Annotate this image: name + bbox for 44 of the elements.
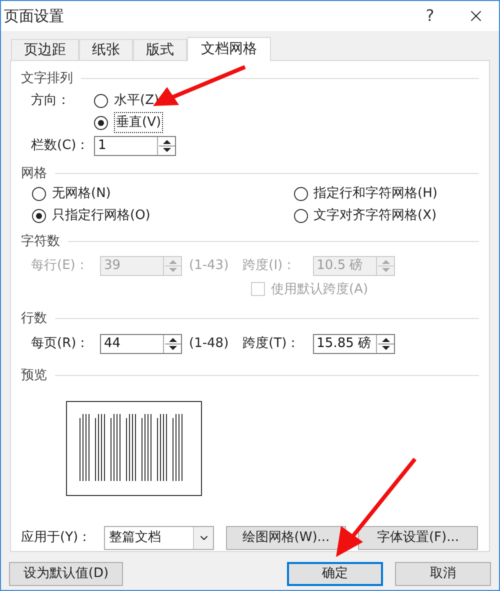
radio-label: 指定行和字符网格(H)	[314, 185, 438, 204]
dialog-button[interactable]: 字体设置(F)...	[358, 526, 478, 550]
radio-label: 垂直(V)	[114, 112, 164, 134]
range-text: (1-48)	[189, 334, 229, 353]
field-label: 方向：	[31, 92, 71, 110]
apply-dropdown[interactable]: 整篇文档	[104, 526, 214, 550]
window-title: 页面设置	[4, 6, 65, 27]
spinner-icon[interactable]	[157, 136, 175, 154]
section-heading: 行数	[21, 310, 47, 328]
field-label: 栏数(C)：	[31, 136, 90, 155]
radio-button[interactable]	[32, 187, 46, 201]
section-heading: 字符数	[21, 233, 60, 251]
help-button[interactable]: ?	[407, 4, 453, 28]
radio-button[interactable]	[294, 209, 308, 223]
section-heading: 预览	[21, 366, 47, 384]
field-label: 跨度(I)：	[242, 256, 297, 275]
tab[interactable]: 文档网格	[187, 37, 271, 61]
section-heading: 网格	[21, 164, 47, 182]
set-default-button[interactable]: 设为默认值(D)	[9, 562, 123, 586]
tab[interactable]: 纸张	[79, 39, 133, 60]
number-field[interactable]: 44	[100, 334, 182, 354]
dialog-button[interactable]: 绘图网格(W)...	[226, 526, 346, 550]
tab[interactable]: 版式	[133, 39, 187, 60]
radio-button[interactable]	[32, 209, 46, 223]
radio-label: 只指定行网格(O)	[52, 207, 150, 226]
number-field[interactable]: 15.85 磅	[312, 334, 395, 354]
radio-button[interactable]	[94, 94, 108, 108]
spinner-icon[interactable]	[376, 334, 394, 352]
tab[interactable]: 页边距	[11, 39, 79, 60]
checkbox-label: 使用默认跨度(A)	[271, 280, 368, 298]
number-field[interactable]: 1	[94, 136, 176, 156]
field-label: 每行(E)：	[31, 256, 90, 275]
radio-button[interactable]	[294, 187, 308, 201]
field-label: 每页(R)：	[31, 334, 90, 353]
radio-label: 文字对齐字符网格(X)	[314, 207, 437, 226]
radio-button[interactable]	[94, 116, 108, 130]
spinner-icon[interactable]	[163, 334, 181, 352]
field-label: 应用于(Y)：	[21, 529, 92, 548]
range-text: (1-43)	[189, 256, 229, 275]
cancel-button[interactable]: 取消	[395, 562, 491, 586]
radio-label: 无网格(N)	[52, 185, 111, 204]
field-label: 跨度(T)：	[242, 334, 301, 353]
section-heading: 文字排列	[21, 70, 73, 88]
ok-button[interactable]: 确定	[287, 562, 383, 586]
